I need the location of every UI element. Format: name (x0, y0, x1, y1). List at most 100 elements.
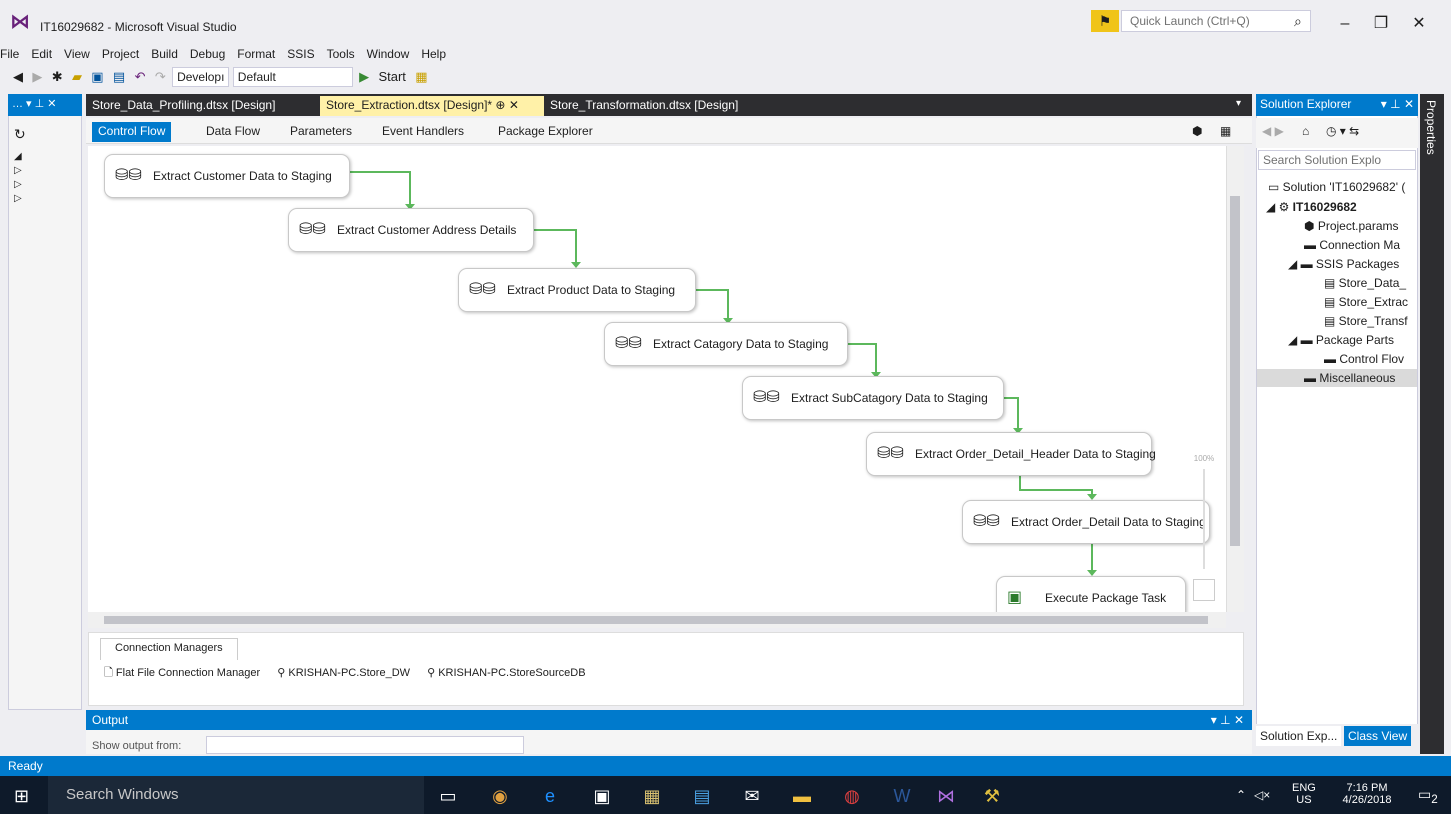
chrome-icon[interactable]: ◍ (838, 782, 866, 810)
expand-icon[interactable]: ◢ (1288, 257, 1301, 271)
start-button[interactable]: Start (375, 66, 408, 88)
connection-item[interactable]: ⚲ KRISHAN-PC.StoreSourceDB (427, 666, 585, 679)
constraint-2[interactable] (534, 229, 577, 264)
tab-event-handlers[interactable]: Event Handlers (376, 122, 470, 142)
close-icon[interactable]: ✕ (1404, 14, 1434, 34)
menu-project[interactable]: Project (96, 44, 145, 64)
tab-class-view[interactable]: Class View (1344, 726, 1412, 746)
tree-expand-icon[interactable]: ◢ ▷ ▷ ▷ (14, 150, 22, 206)
input-language[interactable]: ENG US (1292, 782, 1316, 806)
connection-item[interactable]: 🗋 Flat File Connection Manager (104, 664, 260, 683)
task-extract-subcatagory[interactable]: ⛁⛁ Extract SubCatagory Data to Staging (742, 376, 1004, 420)
save-all-icon[interactable]: ▤ (110, 66, 128, 88)
restore-icon[interactable]: ❐ (1366, 14, 1396, 34)
task-extract-order-detail[interactable]: ⛁⛁ Extract Order_Detail Data to Staging (962, 500, 1210, 544)
tree-node-connection-managers[interactable]: ▬ Connection Ma (1304, 238, 1416, 252)
menu-ssis[interactable]: SSIS (281, 44, 320, 64)
solution-platform-select[interactable]: Default (232, 67, 353, 87)
solution-configuration-select[interactable]: Developı (172, 67, 230, 87)
toolbox-icon[interactable]: ▦ (412, 66, 430, 88)
output-panel-header[interactable]: Output ▾ ⊥ ✕ (86, 710, 1252, 730)
visual-studio-taskbar-icon[interactable]: ⋈ (932, 782, 960, 810)
ssis-toolbox-icon[interactable]: ▦ (1214, 122, 1237, 142)
horizontal-scroll-thumb[interactable] (104, 616, 1208, 624)
save-icon[interactable]: ▣ (88, 66, 106, 88)
store-icon[interactable]: ▣ (588, 782, 616, 810)
left-panel-header[interactable]: … ▾ ⊥ ✕ (8, 94, 82, 116)
tree-node-package[interactable]: ▤ Store_Data_ (1324, 276, 1416, 290)
menu-format[interactable]: Format (231, 44, 281, 64)
app-icon[interactable]: ▤ (688, 782, 716, 810)
home-icon[interactable]: ⌂ (1302, 124, 1309, 138)
output-panel-controls-icon[interactable]: ▾ ⊥ ✕ (1211, 713, 1244, 727)
tab-store-data-profiling[interactable]: Store_Data_Profiling.dtsx [Design] (86, 96, 281, 116)
media-player-icon[interactable]: ◉ (486, 782, 514, 810)
tab-parameters[interactable]: Parameters (284, 122, 358, 142)
constraint-1[interactable] (350, 171, 411, 206)
solution-search-input[interactable]: Search Solution Explo (1258, 150, 1416, 170)
connection-item[interactable]: ⚲ KRISHAN-PC.Store_DW (277, 666, 410, 679)
file-explorer-icon[interactable]: ▬ (788, 782, 816, 810)
control-flow-canvas[interactable]: ⛁⛁ Extract Customer Data to Staging ⛁⛁ E… (88, 146, 1226, 620)
constraint-3[interactable] (696, 289, 729, 320)
tab-data-flow[interactable]: Data Flow (200, 122, 266, 142)
tab-package-explorer[interactable]: Package Explorer (492, 122, 599, 142)
menu-build[interactable]: Build (145, 44, 184, 64)
tree-node-solution[interactable]: ▭ Solution 'IT16029682' ( (1268, 180, 1416, 194)
expand-icon[interactable]: ◢ (1266, 200, 1279, 214)
menu-edit[interactable]: Edit (25, 44, 58, 64)
output-source-select[interactable] (206, 736, 524, 754)
tree-node-project[interactable]: ◢ ⚙ IT16029682 (1266, 200, 1416, 214)
word-icon[interactable]: W (888, 782, 916, 810)
task-extract-catagory[interactable]: ⛁⛁ Extract Catagory Data to Staging (604, 322, 848, 366)
tab-list-icon[interactable]: ▾ (1236, 98, 1241, 109)
tray-chevron-icon[interactable]: ⌃ (1236, 788, 1246, 802)
clock[interactable]: 7:16 PM 4/26/2018 (1332, 782, 1402, 806)
task-extract-customer[interactable]: ⛁⛁ Extract Customer Data to Staging (104, 154, 350, 198)
close-tab-icon[interactable]: ✕ (509, 98, 519, 112)
tree-node-control-flow[interactable]: ▬ Control Flov (1324, 352, 1416, 366)
tree-node-miscellaneous[interactable]: ▬ Miscellaneous (1257, 369, 1417, 387)
menu-file[interactable]: File (0, 44, 25, 64)
task-extract-order-detail-header[interactable]: ⛁⛁ Extract Order_Detail_Header Data to S… (866, 432, 1156, 476)
minimize-icon[interactable]: – (1330, 14, 1360, 34)
constraint-4[interactable] (848, 343, 877, 374)
menu-view[interactable]: View (58, 44, 96, 64)
undo-icon[interactable]: ↶ (132, 66, 149, 88)
tab-solution-explorer[interactable]: Solution Exp... (1256, 726, 1342, 746)
start-icon[interactable]: ▶ (356, 66, 372, 88)
connection-managers-tab[interactable]: Connection Managers (100, 638, 238, 660)
variables-icon[interactable]: ⬢ (1186, 122, 1208, 142)
redo-icon[interactable]: ↷ (152, 66, 169, 88)
app-icon[interactable]: ▦ (638, 782, 666, 810)
menu-tools[interactable]: Tools (321, 44, 361, 64)
constraint-5[interactable] (1004, 397, 1019, 430)
search-icon[interactable]: ⌕ (1294, 10, 1314, 32)
back-icon[interactable]: ◀ ▶ (1262, 124, 1284, 138)
new-project-icon[interactable]: ✱ (49, 66, 66, 88)
vertical-scroll-thumb[interactable] (1230, 196, 1240, 546)
solution-explorer-header[interactable]: Solution Explorer ▾ ⊥ ✕ (1256, 94, 1418, 116)
open-folder-icon[interactable]: ▰ (69, 66, 85, 88)
windows-start-icon[interactable]: ⊞ (14, 786, 29, 807)
tree-node-package-parts[interactable]: ◢ ▬ Package Parts (1288, 333, 1416, 347)
task-extract-customer-address[interactable]: ⛁⛁ Extract Customer Address Details (288, 208, 534, 252)
tree-node-ssis-packages[interactable]: ◢ ▬ SSIS Packages (1288, 257, 1416, 271)
menu-debug[interactable]: Debug (184, 44, 231, 64)
panel-controls-icon[interactable]: ▾ ⊥ ✕ (1381, 97, 1414, 111)
constraint-6[interactable] (1019, 476, 1093, 496)
properties-tab[interactable]: Properties (1424, 100, 1438, 155)
history-icon[interactable]: ◷ ▾ ⇆ (1326, 124, 1359, 138)
pin-icon[interactable]: ⊕ (495, 98, 505, 112)
back-icon[interactable]: ◀ (10, 66, 26, 88)
windows-search-box[interactable]: Search Windows (48, 776, 424, 814)
ssms-icon[interactable]: ⚒ (978, 782, 1006, 810)
tree-node-package[interactable]: ▤ Store_Transf (1324, 314, 1416, 328)
quick-launch-input[interactable]: Quick Launch (Ctrl+Q) (1121, 10, 1311, 32)
task-view-icon[interactable]: ▭ (434, 782, 462, 810)
edge-browser-icon[interactable]: e (536, 782, 564, 810)
notification-flag-icon[interactable]: ⚑ (1091, 10, 1119, 32)
menu-help[interactable]: Help (415, 44, 452, 64)
tab-store-extraction[interactable]: Store_Extraction.dtsx [Design]* ⊕ ✕ (320, 96, 544, 116)
mail-icon[interactable]: ✉ (738, 782, 766, 810)
